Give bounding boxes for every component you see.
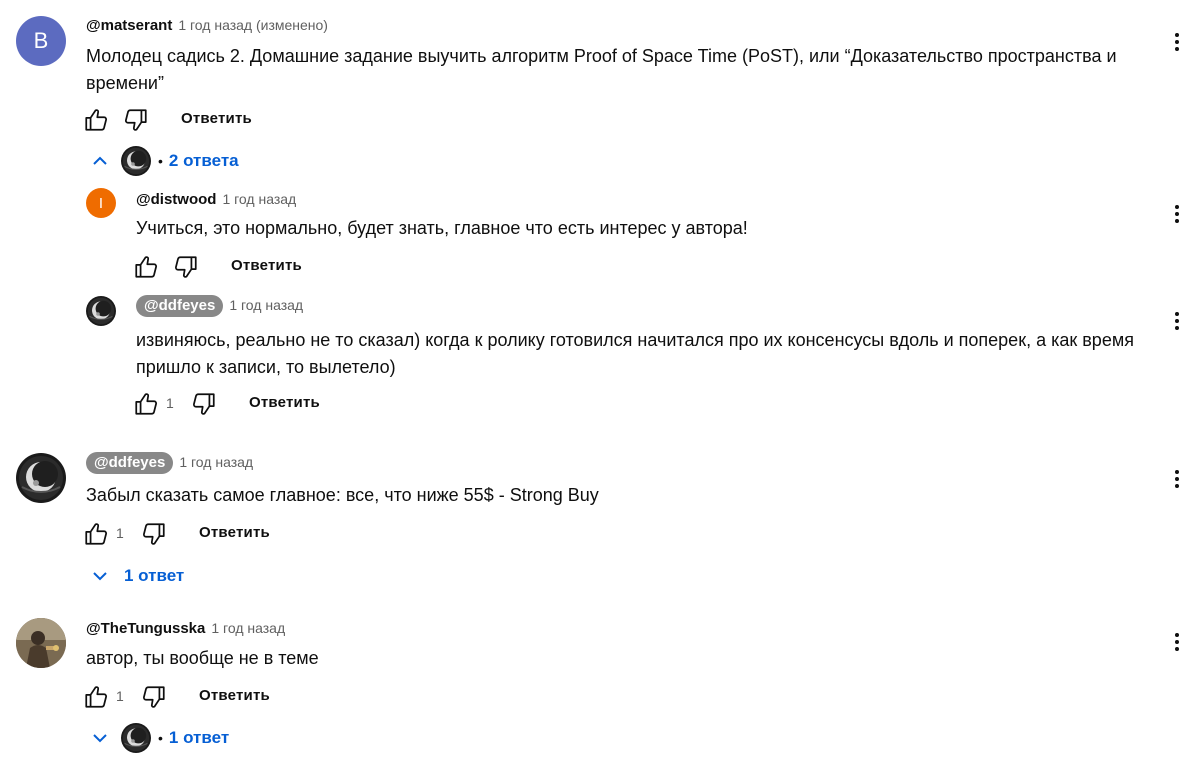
thumbs-up-icon[interactable] xyxy=(83,107,109,133)
comment-time[interactable]: 1 год назад (изменено) xyxy=(178,17,328,33)
comment-text-line: времени” xyxy=(86,73,164,93)
comment-header: @TheTungusska 1 год назад xyxy=(86,620,285,638)
comment-author[interactable]: @matserant xyxy=(86,17,172,34)
thumbs-down-icon[interactable] xyxy=(173,254,199,280)
replies-toggle[interactable]: • 2 ответа xyxy=(90,146,239,176)
comment-text: извиняюсь, реально не то сказал) когда к… xyxy=(136,327,1134,381)
comment-time[interactable]: 1 год назад xyxy=(222,191,296,207)
avatar[interactable] xyxy=(16,453,66,503)
comment-text-line: пришло к записи, то вылетело) xyxy=(136,357,396,377)
more-vert-icon[interactable] xyxy=(1165,309,1189,333)
avatar-image xyxy=(16,618,66,668)
more-vert-icon[interactable] xyxy=(1165,202,1189,226)
like-count: 1 xyxy=(116,525,124,541)
reply-button[interactable]: Ответить xyxy=(249,394,320,411)
like-count: 1 xyxy=(116,688,124,704)
replies-toggle[interactable]: • 1 ответ xyxy=(90,723,229,753)
reply-button[interactable]: Ответить xyxy=(231,257,302,274)
comment-header: @distwood 1 год назад xyxy=(136,191,296,209)
avatar xyxy=(121,723,151,753)
author-chip[interactable]: @ddfeyes xyxy=(86,452,174,474)
chevron-down-icon xyxy=(90,728,110,748)
comment-author[interactable]: @distwood xyxy=(136,191,216,208)
more-vert-icon[interactable] xyxy=(1165,630,1189,654)
more-vert-icon[interactable] xyxy=(1165,30,1189,54)
comment-header: @matserant 1 год назад (изменено) xyxy=(86,17,328,35)
more-vert-icon[interactable] xyxy=(1165,467,1189,491)
comment-header: @ddfeyes 1 год назад xyxy=(86,452,253,474)
comment-text: Молодец садись 2. Домашние задание выучи… xyxy=(86,43,1117,97)
comment-text: автор, ты вообще не в теме xyxy=(86,648,319,668)
reply-button[interactable]: Ответить xyxy=(199,524,270,541)
avatar[interactable]: I xyxy=(86,188,116,218)
chevron-down-icon xyxy=(90,566,110,586)
thumbs-down-icon[interactable] xyxy=(141,521,167,547)
comment-text: Учиться, это нормально, будет знать, гла… xyxy=(136,218,748,238)
comment-time[interactable]: 1 год назад xyxy=(229,297,303,313)
avatar[interactable] xyxy=(16,618,66,668)
comment-text-line: Молодец садись 2. Домашние задание выучи… xyxy=(86,46,1117,66)
chevron-up-icon xyxy=(90,151,110,171)
author-chip[interactable]: @ddfeyes xyxy=(136,295,224,317)
thumbs-down-icon[interactable] xyxy=(123,107,149,133)
replies-count: 1 ответ xyxy=(124,566,185,585)
thumbs-up-icon[interactable] xyxy=(83,684,109,710)
avatar-letter: B xyxy=(33,28,49,53)
comment-text: Забыл сказать самое главное: все, что ни… xyxy=(86,485,599,505)
comment-author[interactable]: @TheTungusska xyxy=(86,620,205,637)
reply-button[interactable]: Ответить xyxy=(181,110,252,127)
thumbs-down-icon[interactable] xyxy=(141,684,167,710)
avatar[interactable] xyxy=(86,296,116,326)
separator-dot: • xyxy=(158,153,163,169)
avatar[interactable]: B xyxy=(16,16,66,66)
comment-header: @ddfeyes 1 год назад xyxy=(136,295,303,317)
separator-dot: • xyxy=(158,730,163,746)
replies-toggle[interactable]: 1 ответ xyxy=(90,562,184,590)
thumbs-up-icon[interactable] xyxy=(133,391,159,417)
like-count: 1 xyxy=(166,395,174,411)
avatar-letter: I xyxy=(98,194,104,212)
comment-text-line: извиняюсь, реально не то сказал) когда к… xyxy=(136,330,1134,350)
thumbs-up-icon[interactable] xyxy=(83,521,109,547)
replies-count: 2 ответа xyxy=(168,151,239,170)
avatar xyxy=(121,146,151,176)
comment-time[interactable]: 1 год назад xyxy=(211,620,285,636)
thumbs-down-icon[interactable] xyxy=(191,391,217,417)
reply-button[interactable]: Ответить xyxy=(199,687,270,704)
comment-time[interactable]: 1 год назад xyxy=(179,454,253,470)
thumbs-up-icon[interactable] xyxy=(133,254,159,280)
replies-count: 1 ответ xyxy=(168,728,230,747)
